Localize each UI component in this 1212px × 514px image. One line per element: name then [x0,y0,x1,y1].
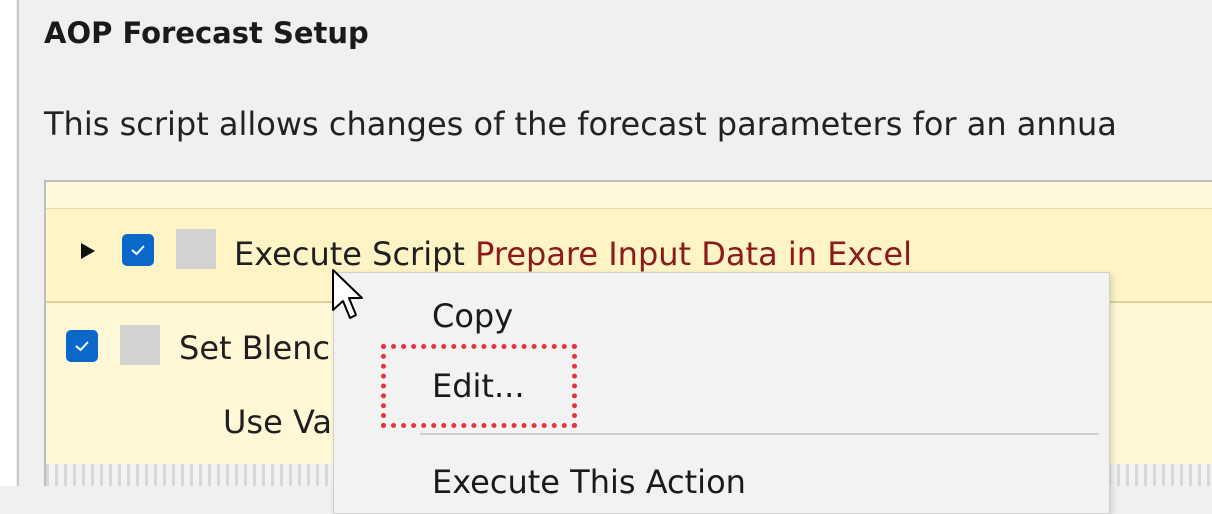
action-label: Set Blenc [179,329,331,367]
script-description: This script allows changes of the foreca… [44,105,1117,143]
script-link[interactable]: Prepare Input Data in Excel [475,235,912,273]
expand-arrow-icon[interactable] [81,243,95,259]
edit-highlight-box [381,344,577,428]
window-left-edge [0,0,16,486]
enabled-checkbox[interactable] [122,234,154,266]
mouse-cursor-icon [332,269,363,319]
action-sub-label: Use Va [223,403,332,441]
page-title: AOP Forecast Setup [44,16,369,50]
checkmark-icon [75,341,89,352]
enabled-checkbox[interactable] [66,330,98,362]
menu-item-execute-this-action[interactable]: Execute This Action [432,463,746,501]
menu-separator [420,433,1099,435]
status-indicator [120,325,160,365]
status-indicator [176,229,216,269]
panel-header [46,182,1212,209]
checkmark-icon [131,245,145,256]
window-border [17,0,19,486]
menu-item-copy[interactable]: Copy [432,297,513,335]
